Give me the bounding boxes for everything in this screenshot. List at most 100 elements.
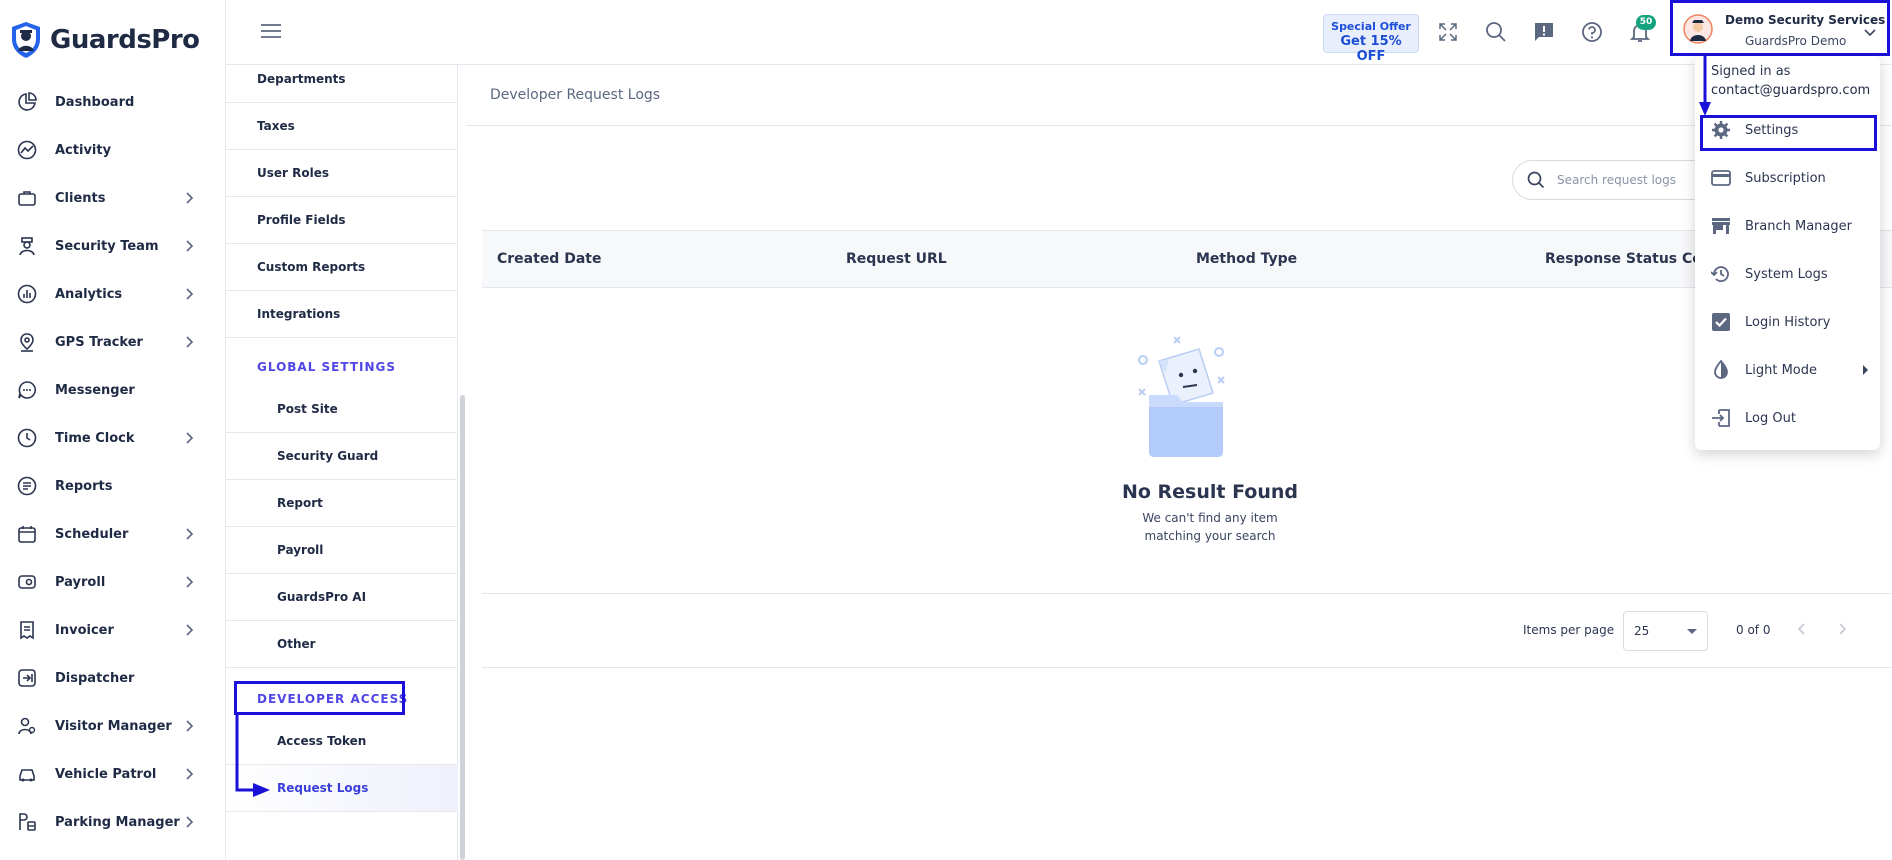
developer-access-heading: DEVELOPER ACCESS bbox=[257, 692, 409, 706]
invoicer-icon bbox=[15, 618, 39, 642]
messenger-icon bbox=[15, 378, 39, 402]
nav-item-visitor-manager[interactable]: Visitor Manager bbox=[0, 702, 226, 750]
nav-item-security-team[interactable]: Security Team bbox=[0, 222, 226, 270]
search-icon bbox=[1527, 171, 1545, 189]
clients-icon bbox=[15, 186, 39, 210]
pagination-range: 0 of 0 bbox=[1736, 623, 1771, 637]
nav-label: Scheduler bbox=[55, 526, 129, 542]
visitor-manager-icon bbox=[15, 714, 39, 738]
nav-item-dispatcher[interactable]: Dispatcher bbox=[0, 654, 226, 702]
nav-label: Reports bbox=[55, 478, 113, 494]
parking-manager-icon bbox=[15, 810, 39, 834]
time-clock-icon bbox=[15, 426, 39, 450]
nav-label: Vehicle Patrol bbox=[55, 766, 157, 782]
user-org: GuardsPro Demo bbox=[1745, 34, 1847, 48]
help-icon[interactable] bbox=[1580, 20, 1604, 44]
nav-item-payroll[interactable]: Payroll bbox=[0, 558, 226, 606]
nav-item-dashboard[interactable]: Dashboard bbox=[0, 78, 226, 126]
menu-item-settings[interactable]: Settings bbox=[1695, 110, 1880, 150]
empty-state-title: No Result Found bbox=[1121, 481, 1299, 503]
settings-item-access-token[interactable]: Access Token bbox=[226, 718, 458, 765]
settings-scrollbar[interactable] bbox=[460, 395, 465, 860]
fullscreen-icon[interactable] bbox=[1436, 20, 1460, 44]
nav-item-scheduler[interactable]: Scheduler bbox=[0, 510, 226, 558]
nav-item-activity[interactable]: Activity bbox=[0, 126, 226, 174]
menu-item-label: Login History bbox=[1745, 314, 1831, 330]
table-header: Created Date Request URL Method Type Res… bbox=[482, 230, 1892, 288]
activity-icon bbox=[15, 138, 39, 162]
chevron-down-icon bbox=[1864, 29, 1876, 37]
items-per-page-select[interactable]: 25 bbox=[1623, 611, 1708, 651]
column-header-request-url[interactable]: Request URL bbox=[846, 251, 947, 267]
nav-item-analytics[interactable]: Analytics bbox=[0, 270, 226, 318]
settings-item-payroll[interactable]: Payroll bbox=[226, 527, 458, 574]
nav-item-time-clock[interactable]: Time Clock bbox=[0, 414, 226, 462]
menu-item-log-out[interactable]: Log Out bbox=[1695, 398, 1880, 438]
column-header-response-status[interactable]: Response Status Cod bbox=[1545, 251, 1712, 267]
user-menu-trigger[interactable]: Demo Security Services GuardsPro Demo bbox=[1670, 0, 1890, 56]
settings-item-post-site[interactable]: Post Site bbox=[226, 386, 458, 433]
feedback-icon[interactable] bbox=[1532, 20, 1556, 44]
nav-label: Visitor Manager bbox=[55, 718, 172, 734]
settings-item-profile-fields[interactable]: Profile Fields bbox=[226, 197, 458, 244]
nav-item-parking-manager[interactable]: Parking Manager bbox=[0, 798, 226, 846]
contrast-icon bbox=[1714, 360, 1728, 379]
nav-label: Clients bbox=[55, 190, 106, 206]
chevron-right-icon bbox=[186, 528, 194, 540]
settings-item-taxes[interactable]: Taxes bbox=[226, 103, 458, 150]
menu-item-subscription[interactable]: Subscription bbox=[1695, 158, 1880, 198]
search-icon[interactable] bbox=[1484, 20, 1508, 44]
guardspro-logo[interactable]: GuardsPro bbox=[10, 20, 200, 60]
logout-icon bbox=[1712, 409, 1730, 427]
hamburger-menu-icon[interactable] bbox=[261, 23, 281, 39]
dropdown-arrow-icon bbox=[1687, 629, 1697, 634]
settings-item-request-logs[interactable]: Request Logs bbox=[226, 765, 458, 812]
column-header-method-type[interactable]: Method Type bbox=[1196, 251, 1297, 267]
notification-badge: 50 bbox=[1636, 15, 1656, 30]
menu-item-label: Log Out bbox=[1745, 410, 1796, 426]
settings-item-user-roles[interactable]: User Roles bbox=[226, 150, 458, 197]
user-name: Demo Security Services bbox=[1725, 13, 1886, 27]
menu-item-branch-manager[interactable]: Branch Manager bbox=[1695, 206, 1880, 246]
settings-item-other[interactable]: Other bbox=[226, 621, 458, 668]
settings-item-integrations[interactable]: Integrations bbox=[226, 291, 458, 338]
nav-label: Payroll bbox=[55, 574, 106, 590]
settings-item-report[interactable]: Report bbox=[226, 480, 458, 527]
page-title: Developer Request Logs bbox=[490, 87, 661, 103]
main-content: Developer Request Logs Created Date Requ… bbox=[466, 65, 1892, 860]
special-offer-button[interactable]: Special Offer Get 15% OFF bbox=[1323, 14, 1419, 64]
nav-label: Parking Manager bbox=[55, 814, 180, 830]
menu-item-label: Settings bbox=[1745, 122, 1799, 138]
credit-card-icon bbox=[1711, 170, 1731, 186]
next-page-button[interactable] bbox=[1830, 617, 1854, 641]
menu-item-system-logs[interactable]: System Logs bbox=[1695, 254, 1880, 294]
menu-item-login-history[interactable]: Login History bbox=[1695, 302, 1880, 342]
nav-item-clients[interactable]: Clients bbox=[0, 174, 226, 222]
previous-page-button[interactable] bbox=[1790, 617, 1814, 641]
nav-label: Time Clock bbox=[55, 430, 135, 446]
dashboard-icon bbox=[15, 90, 39, 114]
menu-item-light-mode[interactable]: Light Mode bbox=[1695, 350, 1880, 390]
settings-item-guardspro-ai[interactable]: GuardsPro AI bbox=[226, 574, 458, 621]
settings-item-security-guard[interactable]: Security Guard bbox=[226, 433, 458, 480]
chevron-right-icon bbox=[186, 240, 194, 252]
history-icon bbox=[1711, 266, 1729, 282]
global-settings-heading: GLOBAL SETTINGS bbox=[257, 360, 397, 374]
security-team-icon bbox=[15, 234, 39, 258]
menu-item-label: System Logs bbox=[1745, 266, 1828, 282]
store-icon bbox=[1712, 218, 1730, 234]
empty-folder-illustration bbox=[1138, 337, 1225, 457]
nav-item-gps-tracker[interactable]: GPS Tracker bbox=[0, 318, 226, 366]
reports-icon bbox=[15, 474, 39, 498]
nav-label: GPS Tracker bbox=[55, 334, 143, 350]
column-header-created-date[interactable]: Created Date bbox=[497, 251, 601, 267]
scheduler-icon bbox=[15, 522, 39, 546]
divider bbox=[466, 125, 1892, 126]
nav-item-vehicle-patrol[interactable]: Vehicle Patrol bbox=[0, 750, 226, 798]
nav-item-messenger[interactable]: Messenger bbox=[0, 366, 226, 414]
chevron-right-icon bbox=[186, 768, 194, 780]
nav-item-invoicer[interactable]: Invoicer bbox=[0, 606, 226, 654]
chevron-right-icon bbox=[186, 816, 194, 828]
settings-item-custom-reports[interactable]: Custom Reports bbox=[226, 244, 458, 291]
nav-item-reports[interactable]: Reports bbox=[0, 462, 226, 510]
